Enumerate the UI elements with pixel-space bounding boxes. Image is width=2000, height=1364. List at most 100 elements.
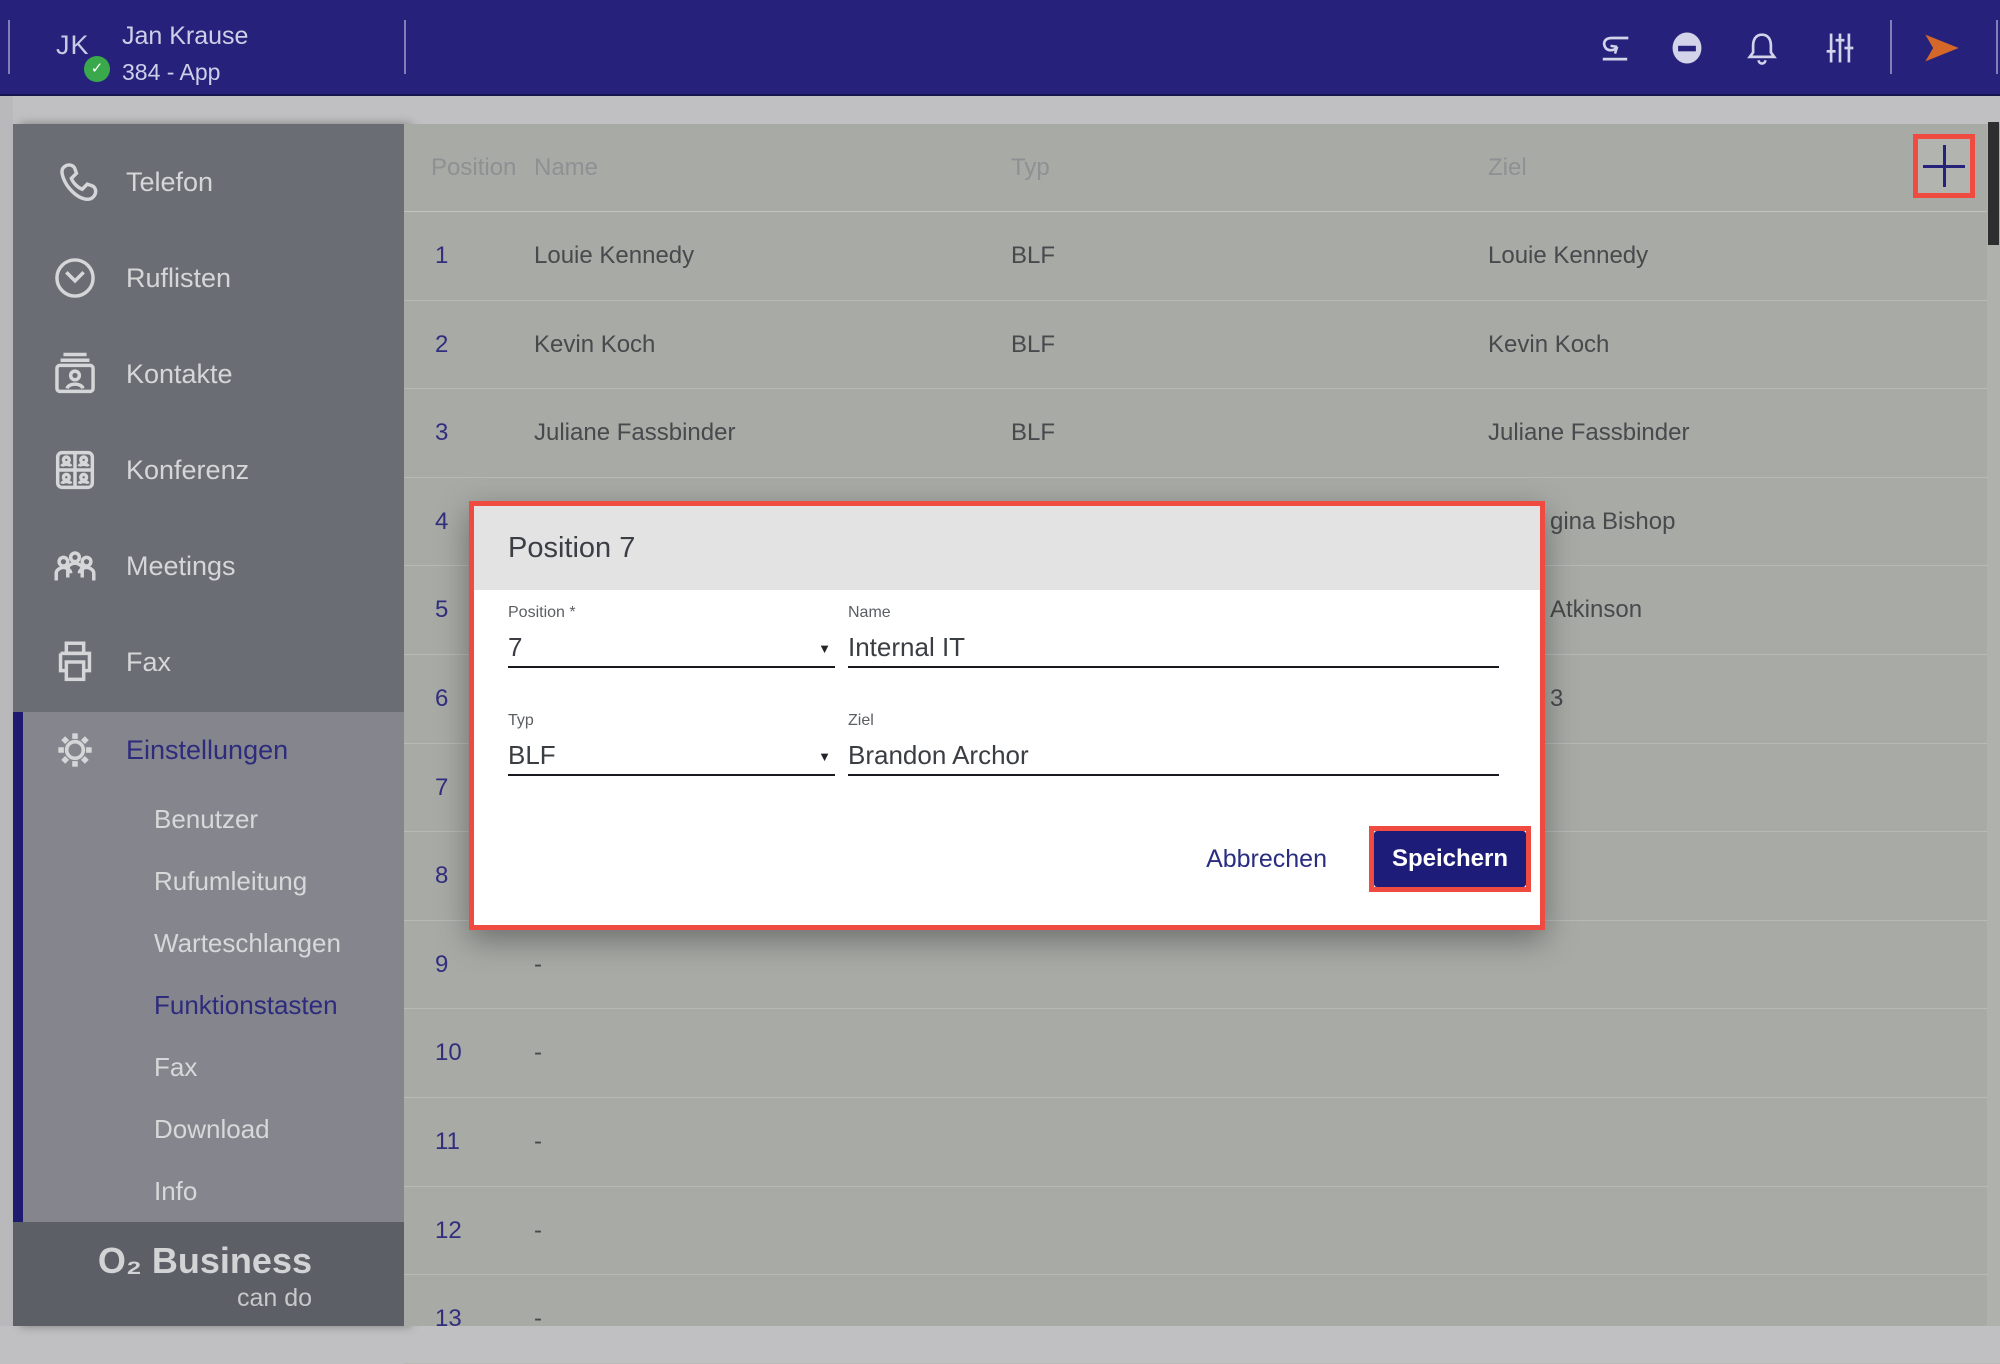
save-button[interactable]: Speichern: [1374, 831, 1526, 887]
field-ziel: Ziel Brandon Archor: [848, 712, 1499, 776]
conference-grid-icon: [49, 444, 101, 496]
save-button-highlight: Speichern: [1369, 826, 1531, 892]
header-divider: [1996, 20, 1998, 74]
sidebar-item-label: Konferenz: [126, 455, 249, 486]
printer-icon: [49, 636, 101, 688]
sliders-settings-icon[interactable]: [1820, 28, 1860, 68]
brand-logo: O₂ Business can do: [13, 1222, 404, 1326]
sidebar-subitem-benutzer[interactable]: Benutzer: [23, 788, 404, 850]
dialog-actions: Abbrechen Speichern: [1206, 826, 1531, 892]
sidebar-item-label: Fax: [126, 647, 171, 678]
brand-tagline: can do: [13, 1284, 312, 1313]
phone-icon: [49, 156, 101, 208]
cell-position: 6: [435, 685, 448, 713]
field-input[interactable]: Brandon Archor: [848, 740, 1499, 776]
table-header-row: Position Name Typ Ziel: [404, 124, 2000, 212]
cell-ziel: 3: [1550, 685, 1563, 713]
cell-position: 3: [435, 419, 448, 447]
sidebar-item-label: Telefon: [126, 167, 213, 198]
gear-icon: [50, 725, 100, 775]
cell-ziel: gina Bishop: [1550, 508, 1675, 536]
field-position: Position * 7 ▼: [508, 604, 835, 668]
cell-position: 7: [435, 774, 448, 802]
cell-position: 2: [435, 331, 448, 359]
sidebar-subitem-funktionstasten[interactable]: Funktionstasten: [23, 974, 404, 1036]
cell-typ: BLF: [1011, 331, 1055, 359]
notifications-bell-icon[interactable]: [1742, 28, 1782, 68]
sidebar-settings-subitems: BenutzerRufumleitungWarteschlangenFunkti…: [23, 788, 404, 1222]
add-key-highlight: [1913, 134, 1975, 198]
cell-position: 13: [435, 1305, 462, 1333]
contact-card-icon: [49, 348, 101, 400]
cell-position: 11: [435, 1128, 460, 1156]
clock-icon: [49, 252, 101, 304]
table-row[interactable]: 10 -: [404, 1009, 2000, 1098]
brand-name: O₂ Business: [13, 1240, 312, 1282]
cell-name: -: [534, 1217, 542, 1245]
sidebar-item-label: Einstellungen: [126, 735, 288, 766]
cell-position: 9: [435, 951, 448, 979]
cell-position: 5: [435, 596, 448, 624]
send-arrow-icon[interactable]: [1922, 28, 1962, 68]
scrollbar-track[interactable]: [1987, 124, 2000, 1326]
app-header: JK ✓ Jan Krause 384 - App: [0, 0, 2000, 96]
chevron-down-icon: ▼: [818, 641, 831, 656]
cell-position: 12: [435, 1217, 462, 1245]
header-actions: [0, 0, 2000, 96]
field-select[interactable]: BLF: [508, 740, 835, 776]
table-row[interactable]: 11 -: [404, 1098, 2000, 1187]
sidebar-item-meetings[interactable]: Meetings: [13, 518, 404, 614]
sidebar-item-ruflisten[interactable]: Ruflisten: [13, 230, 404, 326]
edit-position-dialog: Position 7 Position * 7 ▼Name Internal I…: [469, 501, 1545, 930]
dialog-header: Position 7: [474, 506, 1540, 590]
cell-position: 10: [435, 1039, 462, 1067]
cell-name: -: [534, 1039, 542, 1067]
cell-typ: BLF: [1011, 419, 1055, 447]
scrollbar-thumb[interactable]: [1988, 122, 1999, 245]
sidebar-item-telefon[interactable]: Telefon: [13, 134, 404, 230]
sidebar-subitem-info[interactable]: Info: [23, 1160, 404, 1222]
field-typ: Typ BLF ▼: [508, 712, 835, 776]
table-row[interactable]: 9 -: [404, 921, 2000, 1010]
sidebar-item-kontakte[interactable]: Kontakte: [13, 326, 404, 422]
column-header-position: Position: [431, 154, 516, 182]
cell-ziel: Louie Kennedy: [1488, 242, 1648, 270]
sidebar-item-konferenz[interactable]: Konferenz: [13, 422, 404, 518]
chevron-down-icon: ▼: [818, 749, 831, 764]
do-not-disturb-icon[interactable]: [1667, 28, 1707, 68]
people-group-icon: [49, 540, 101, 592]
field-select[interactable]: 7: [508, 632, 835, 668]
dialog-title: Position 7: [508, 532, 635, 565]
cell-ziel: Kevin Koch: [1488, 331, 1609, 359]
cell-typ: BLF: [1011, 242, 1055, 270]
field-name: Name Internal IT: [848, 604, 1499, 668]
sidebar-subitem-download[interactable]: Download: [23, 1098, 404, 1160]
sidebar-subitem-rufumleitung[interactable]: Rufumleitung: [23, 850, 404, 912]
sidebar: Telefon Ruflisten Kontakte Konferenz Mee…: [13, 124, 404, 1326]
cancel-button[interactable]: Abbrechen: [1206, 845, 1327, 874]
page-gutter: [0, 96, 13, 1326]
cell-position: 1: [435, 242, 448, 270]
table-row[interactable]: 2 Kevin Koch BLF Kevin Koch: [404, 301, 2000, 390]
column-header-name: Name: [534, 154, 598, 182]
sidebar-item-fax[interactable]: Fax: [13, 614, 404, 710]
table-row[interactable]: 1 Louie Kennedy BLF Louie Kennedy: [404, 212, 2000, 301]
cell-name: Kevin Koch: [534, 331, 655, 359]
sidebar-item-einstellungen[interactable]: Einstellungen: [23, 712, 404, 788]
table-row[interactable]: 3 Juliane Fassbinder BLF Juliane Fassbin…: [404, 389, 2000, 478]
call-forward-icon[interactable]: [1595, 28, 1635, 68]
add-function-key-button[interactable]: [1918, 139, 1970, 193]
column-header-ziel: Ziel: [1488, 154, 1527, 182]
cell-name: Louie Kennedy: [534, 242, 694, 270]
column-header-typ: Typ: [1011, 154, 1050, 182]
sidebar-subitem-warteschlangen[interactable]: Warteschlangen: [23, 912, 404, 974]
cell-ziel: Juliane Fassbinder: [1488, 419, 1689, 447]
cell-position: 4: [435, 508, 448, 536]
field-input[interactable]: Internal IT: [848, 632, 1499, 668]
table-row[interactable]: 13 -: [404, 1275, 2000, 1364]
sidebar-subitem-fax[interactable]: Fax: [23, 1036, 404, 1098]
cell-position: 8: [435, 862, 448, 890]
cell-name: -: [534, 951, 542, 979]
table-row[interactable]: 12 -: [404, 1187, 2000, 1276]
cell-ziel: Atkinson: [1550, 596, 1642, 624]
